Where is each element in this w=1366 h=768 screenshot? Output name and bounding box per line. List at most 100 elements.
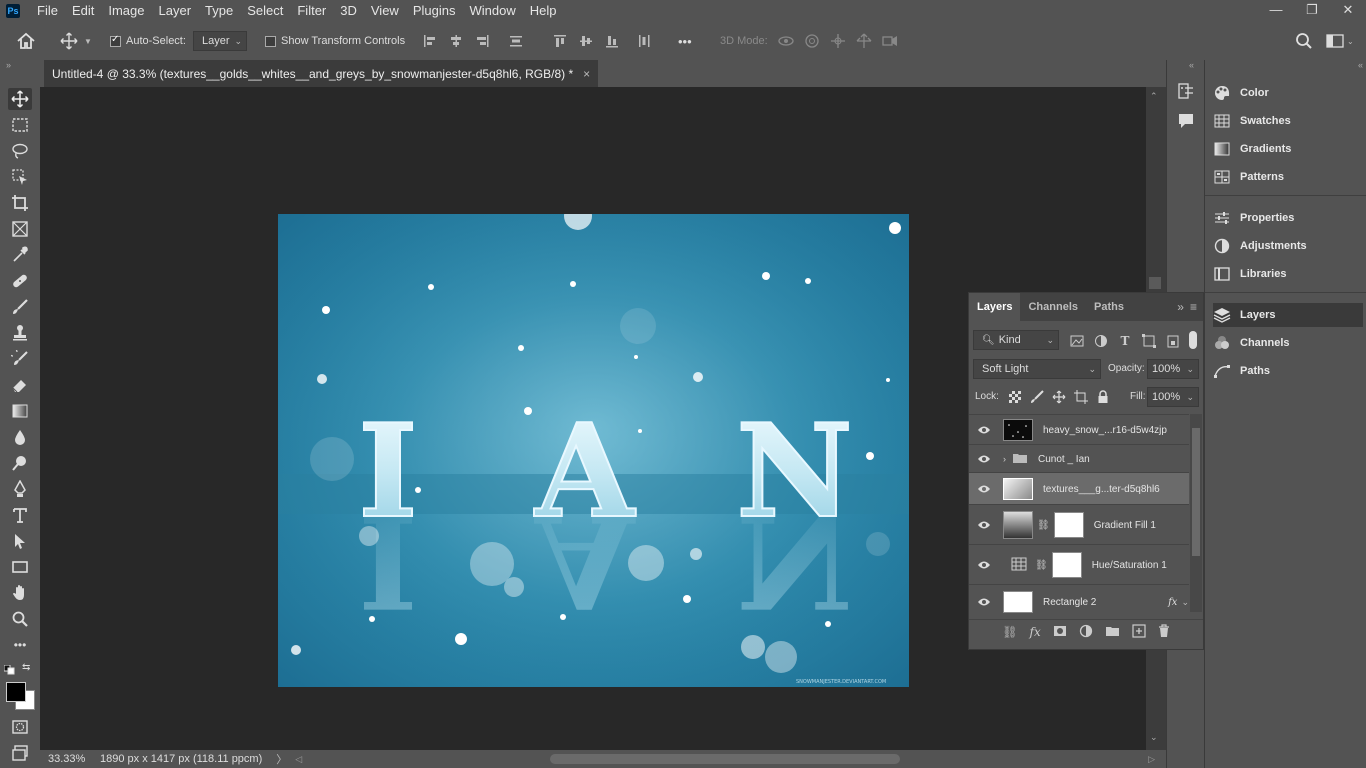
menu-view[interactable]: View (364, 0, 406, 22)
history-panel-button[interactable] (1177, 82, 1195, 103)
pan-3d-icon[interactable] (828, 31, 848, 51)
collapse-panels-icon[interactable]: « (1358, 60, 1363, 70)
filter-adjustment-icon[interactable] (1093, 333, 1109, 349)
panel-layers[interactable]: Layers (1213, 303, 1363, 327)
visibility-eye-icon[interactable] (969, 520, 999, 530)
panel-properties[interactable]: Properties (1213, 206, 1363, 230)
document-canvas[interactable]: I A N I A N SNOWMANJESTER.DEVIANTART.COM (278, 214, 909, 687)
layer-row-selected[interactable]: textures___g...ter-d5q8hl6 (969, 472, 1189, 505)
tab-paths[interactable]: Paths (1086, 293, 1132, 321)
tab-channels[interactable]: Channels (1020, 293, 1086, 321)
panel-swatches[interactable]: Swatches (1213, 109, 1363, 133)
move-tool[interactable] (8, 88, 32, 110)
horizontal-scroll-thumb[interactable] (550, 754, 901, 764)
scale-3d-icon[interactable] (880, 31, 900, 51)
menu-window[interactable]: Window (462, 0, 522, 22)
layer-row[interactable]: heavy_snow_...r16-d5w4zjp (969, 414, 1189, 445)
eraser-tool[interactable] (8, 374, 32, 396)
filter-shape-icon[interactable] (1141, 333, 1157, 349)
panel-expand-icon[interactable]: » (1177, 293, 1190, 321)
align-vcenter-icon[interactable] (576, 31, 596, 51)
menu-layer[interactable]: Layer (152, 0, 199, 22)
align-bottom-icon[interactable] (602, 31, 622, 51)
menu-filter[interactable]: Filter (290, 0, 333, 22)
opacity-input[interactable]: 100% ⌄ (1147, 359, 1199, 379)
show-transform-checkbox[interactable]: Show Transform Controls (265, 22, 405, 60)
lock-pixels-icon[interactable] (1029, 389, 1044, 404)
gradient-tool[interactable] (8, 400, 32, 422)
menu-plugins[interactable]: Plugins (406, 0, 463, 22)
new-layer-icon[interactable] (1132, 623, 1146, 641)
align-hcenter-icon[interactable] (446, 31, 466, 51)
visibility-eye-icon[interactable] (969, 454, 999, 464)
restore-button[interactable]: ❐ (1294, 0, 1330, 22)
search-button[interactable] (1295, 22, 1313, 60)
workspace-button[interactable]: ⌄ (1326, 22, 1354, 60)
panel-color[interactable]: Color (1213, 81, 1363, 105)
history-brush-tool[interactable] (8, 348, 32, 370)
brush-tool[interactable] (8, 296, 32, 318)
visibility-eye-icon[interactable] (969, 425, 999, 435)
marquee-tool[interactable] (8, 114, 32, 136)
panel-patterns[interactable]: Patterns (1213, 165, 1363, 189)
align-right-icon[interactable] (472, 31, 492, 51)
layer-row[interactable]: ⛓ Gradient Fill 1 (969, 504, 1189, 545)
lock-artboard-icon[interactable] (1073, 389, 1088, 404)
layer-filter-dropdown[interactable]: 🔍︎ Kind ⌄ (973, 330, 1059, 350)
menu-help[interactable]: Help (523, 0, 564, 22)
move-tool-preset[interactable]: ▼ (60, 22, 92, 60)
layers-scroll-thumb[interactable] (1192, 428, 1200, 556)
delete-layer-icon[interactable] (1158, 623, 1170, 641)
zoom-tool[interactable] (8, 608, 32, 630)
layer-group-row[interactable]: › Cunot _ Ian (969, 444, 1189, 473)
new-group-icon[interactable] (1105, 625, 1120, 640)
visibility-eye-icon[interactable] (969, 597, 999, 607)
panel-channels[interactable]: Channels (1213, 331, 1363, 355)
filter-type-icon[interactable]: T (1117, 333, 1133, 349)
swap-colors-icon[interactable]: ⇆ (22, 662, 30, 673)
eyedropper-tool[interactable] (8, 244, 32, 266)
auto-select-dropdown[interactable]: Layer ⌄ (193, 31, 247, 51)
panel-paths[interactable]: Paths (1213, 359, 1363, 383)
scroll-left-icon[interactable]: ◁ (295, 754, 302, 765)
menu-file[interactable]: File (30, 0, 65, 22)
blur-tool[interactable] (8, 426, 32, 448)
blend-mode-dropdown[interactable]: Soft Light ⌄ (973, 359, 1101, 379)
menu-type[interactable]: Type (198, 0, 240, 22)
type-tool[interactable] (8, 504, 32, 526)
visibility-eye-icon[interactable] (969, 560, 999, 570)
document-tab[interactable]: Untitled-4 @ 33.3% (textures__golds__whi… (44, 60, 599, 87)
layer-effects-icon[interactable]: fx (1168, 597, 1177, 608)
default-colors-icon[interactable] (3, 664, 16, 675)
align-top-icon[interactable] (550, 31, 570, 51)
frame-tool[interactable] (8, 218, 32, 240)
filter-pixel-icon[interactable] (1069, 333, 1085, 349)
group-expand-chevron-icon[interactable]: › (1003, 454, 1006, 464)
menu-image[interactable]: Image (101, 0, 151, 22)
tab-layers[interactable]: Layers (969, 293, 1021, 321)
comments-panel-button[interactable] (1177, 112, 1195, 133)
minimize-button[interactable]: — (1258, 0, 1294, 22)
screen-mode-button[interactable] (8, 742, 32, 764)
menu-select[interactable]: Select (240, 0, 290, 22)
distribute-vertical-icon[interactable] (506, 31, 526, 51)
scroll-right-icon[interactable]: ▷ (1148, 754, 1155, 765)
panel-gradients[interactable]: Gradients (1213, 137, 1363, 161)
layer-row[interactable]: ⛓ Hue/Saturation 1 (969, 544, 1189, 585)
lock-all-icon[interactable] (1095, 389, 1110, 404)
panel-menu-icon[interactable]: ≡ (1190, 293, 1203, 321)
scroll-down-icon[interactable]: ⌄ (1150, 732, 1158, 743)
lock-transparency-icon[interactable] (1007, 389, 1022, 404)
close-window-button[interactable]: ✕ (1330, 0, 1366, 22)
link-layers-icon[interactable]: ⛓ (1002, 625, 1017, 639)
rectangle-tool[interactable] (8, 556, 32, 578)
slide-3d-icon[interactable] (854, 31, 874, 51)
add-layer-style-icon[interactable]: fx (1030, 625, 1041, 639)
quick-mask-button[interactable] (8, 716, 32, 738)
auto-select-checkbox[interactable]: Auto-Select: (110, 22, 186, 60)
layers-scrollbar[interactable] (1190, 414, 1202, 612)
fill-input[interactable]: 100% ⌄ (1147, 387, 1199, 407)
zoom-level[interactable]: 33.33% (48, 753, 94, 765)
roll-3d-icon[interactable] (802, 31, 822, 51)
layer-row[interactable]: Rectangle 2 fx ⌄ (969, 584, 1189, 619)
